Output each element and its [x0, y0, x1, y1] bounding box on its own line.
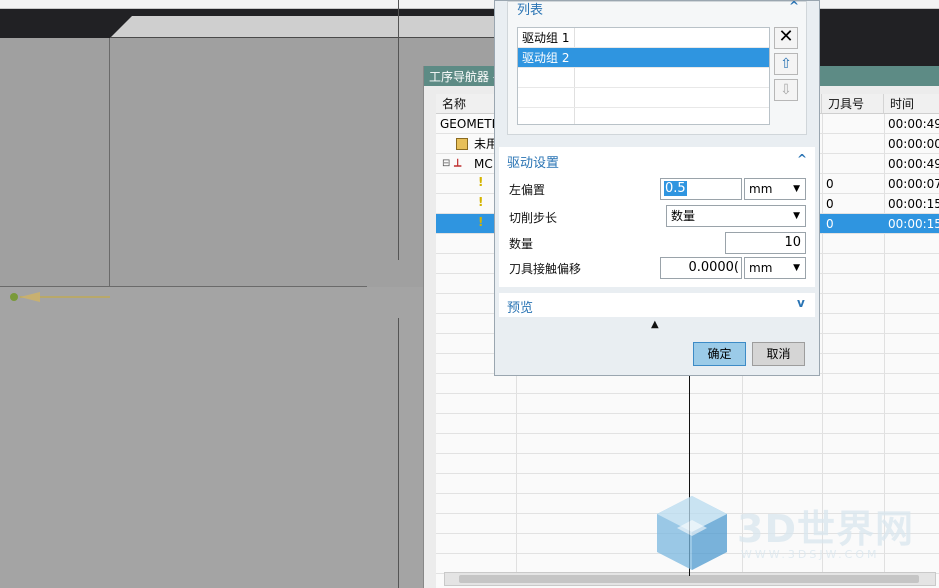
left-offset-unit: mm: [749, 182, 773, 196]
row-time: 00:00:15: [888, 217, 939, 231]
part-top-edge: [110, 37, 510, 38]
drive-group-dialog: 列表 ^ 驱动组 1 驱动组 2 ✕ ⇧ ⇩ 驱动设置 ^ 左偏置 0.5 mm…: [494, 0, 820, 376]
datum-line-upper: [398, 0, 399, 260]
column-header-tool-number[interactable]: 刀具号: [822, 94, 884, 114]
list-item-label: 驱动组 2: [522, 51, 570, 65]
ok-button[interactable]: 确定: [693, 342, 746, 366]
cancel-button[interactable]: 取消: [752, 342, 805, 366]
row-tool-number: 0: [826, 197, 834, 211]
tool-contact-offset-unit-select[interactable]: mm ▼: [744, 257, 806, 279]
table-row-empty: [436, 374, 939, 394]
watermark-url: WWW.3DSJW.COM: [741, 548, 880, 561]
row-tool-number: [822, 154, 884, 174]
collapse-more-icon[interactable]: ▲: [651, 319, 659, 330]
chevron-up-icon[interactable]: ^: [789, 0, 799, 13]
column-header-time[interactable]: 时间: [884, 94, 939, 114]
operation-status-icon: !: [478, 195, 484, 209]
list-item-selected[interactable]: 驱动组 2: [518, 48, 769, 68]
row-tool-number: 0: [826, 217, 834, 231]
left-offset-input[interactable]: 0.5: [660, 178, 742, 200]
dropdown-arrow-icon: ▼: [793, 263, 800, 273]
part-top-face: [110, 16, 510, 38]
table-row-empty: [436, 434, 939, 454]
count-value: 10: [784, 235, 801, 250]
tool-contact-offset-value: 0.0000(: [688, 260, 739, 275]
part-left-edge: [109, 38, 110, 288]
row-time: 00:00:15: [888, 197, 939, 211]
watermark-cube-logo: [657, 496, 727, 570]
list-item[interactable]: 驱动组 1: [518, 28, 769, 48]
collapse-icon[interactable]: ⊟: [442, 158, 450, 169]
navigator-title: 工序导航器 -: [429, 70, 498, 84]
preview-title: 预览: [507, 301, 534, 316]
tool-contact-offset-unit: mm: [749, 261, 773, 275]
toolpath-start-point: [10, 293, 18, 301]
row-time: 00:00:07: [888, 177, 939, 191]
list-item-empty: [518, 88, 769, 108]
table-row-empty: [436, 414, 939, 434]
chevron-up-icon[interactable]: ^: [797, 152, 807, 166]
list-section-title: 列表: [517, 3, 544, 18]
mcs-axis-icon: ⟂: [454, 156, 462, 169]
part-lower-face: [0, 287, 430, 588]
watermark: 3D世界网 WWW.3DSJW.COM: [655, 492, 915, 578]
row-time: 00:00:49: [888, 157, 939, 171]
part-bottom-edge: [0, 286, 367, 287]
operation-status-icon: !: [478, 175, 484, 189]
watermark-brand: 3D世界网: [737, 507, 914, 551]
unused-group-icon: [456, 138, 468, 150]
chevron-down-icon[interactable]: v: [797, 296, 805, 310]
drive-settings-title: 驱动设置: [507, 156, 560, 171]
row-time: 00:00:00: [888, 137, 939, 151]
row-tool-number: 0: [826, 177, 834, 191]
preview-section[interactable]: [499, 293, 815, 317]
left-offset-unit-select[interactable]: mm ▼: [744, 178, 806, 200]
left-offset-value: 0.5: [664, 181, 687, 196]
operation-status-icon: !: [478, 215, 484, 229]
row-time: 00:00:49: [888, 117, 939, 131]
list-item-empty: [518, 68, 769, 88]
table-row-empty: [436, 454, 939, 474]
dropdown-arrow-icon: ▼: [793, 184, 800, 194]
move-up-icon[interactable]: ⇧: [774, 53, 798, 75]
cut-step-select[interactable]: 数量 ▼: [666, 205, 806, 227]
dropdown-arrow-icon: ▼: [793, 211, 800, 221]
datum-line-lower: [398, 318, 399, 588]
cut-step-value: 数量: [671, 209, 696, 223]
count-label: 数量: [509, 237, 534, 251]
delete-icon[interactable]: ✕: [774, 27, 798, 49]
count-input[interactable]: 10: [725, 232, 806, 254]
toolpath-arrow: [10, 292, 110, 302]
toolpath-arrowhead: [20, 292, 40, 302]
row-tool-number: [822, 134, 884, 154]
tool-contact-offset-input[interactable]: 0.0000(: [660, 257, 742, 279]
cut-step-label: 切削步长: [509, 211, 558, 225]
move-down-icon[interactable]: ⇩: [774, 79, 798, 101]
row-tool-number: [822, 114, 884, 134]
table-row-empty: [436, 474, 939, 494]
list-item-label: 驱动组 1: [522, 31, 570, 45]
drive-group-list[interactable]: 驱动组 1 驱动组 2: [517, 27, 770, 125]
left-offset-label: 左偏置: [509, 183, 546, 197]
tool-contact-offset-label: 刀具接触偏移: [509, 262, 582, 276]
table-row-empty: [436, 394, 939, 414]
